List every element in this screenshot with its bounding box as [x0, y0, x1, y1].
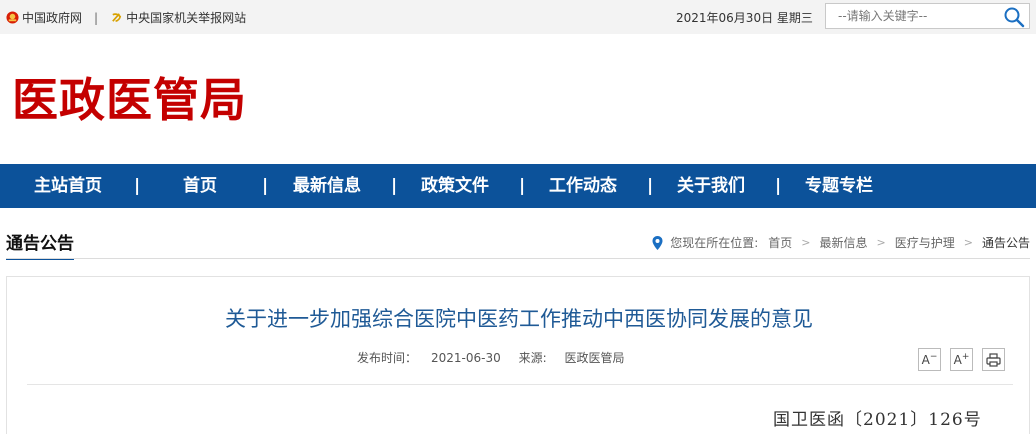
article-panel: 关于进一步加强综合医院中医药工作推动中西医协同发展的意见 发布时间： 2021-0…	[6, 276, 1030, 434]
search-input[interactable]	[826, 4, 996, 28]
nav-latest[interactable]: 最新信息	[293, 164, 361, 208]
article-meta: 发布时间： 2021-06-30 来源: 医政医管局	[357, 349, 624, 366]
gov-portal-link[interactable]: 中国政府网	[22, 9, 82, 26]
location-label: 您现在所在位置:	[670, 236, 759, 250]
nav-separator: |	[262, 176, 269, 196]
nav-separator: |	[391, 176, 398, 196]
nav-work-news[interactable]: 工作动态	[549, 164, 617, 208]
section-divider	[6, 258, 1030, 259]
current-date: 2021年06月30日 星期三	[676, 11, 813, 25]
printer-icon	[986, 352, 1001, 367]
top-separator: |	[94, 10, 99, 25]
source-info: 来源: 医政医管局	[518, 351, 625, 365]
section-title: 通告公告	[6, 232, 74, 260]
section-header: 通告公告 您现在所在位置: 首页 > 最新信息 > 医疗与护理 > 通告公告	[6, 232, 1030, 260]
nav-separator: |	[519, 176, 526, 196]
publish-info: 发布时间： 2021-06-30	[357, 351, 501, 365]
nav-main-home[interactable]: 主站首页	[34, 164, 102, 208]
nav-separator: |	[775, 176, 782, 196]
plus-icon: +	[961, 351, 970, 362]
article-title: 关于进一步加强综合医院中医药工作推动中西医协同发展的意见	[225, 307, 813, 331]
breadcrumb-current[interactable]: 通告公告	[982, 234, 1030, 251]
font-decrease-button[interactable]: A −	[918, 348, 941, 371]
chevron-right-icon: >	[963, 236, 973, 249]
nav-separator: |	[647, 176, 654, 196]
party-emblem-icon	[112, 13, 122, 23]
breadcrumb-medical[interactable]: 医疗与护理	[895, 234, 955, 251]
minus-icon: −	[929, 351, 938, 362]
document-number: 国卫医函〔2021〕126号	[773, 410, 982, 430]
nav-separator: |	[134, 176, 141, 196]
font-increase-button[interactable]: A +	[950, 348, 973, 371]
search-box	[825, 3, 1030, 29]
chevron-right-icon: >	[801, 236, 811, 249]
article-tools: A − A +	[909, 348, 1005, 371]
breadcrumb-home[interactable]: 首页	[768, 234, 792, 251]
report-site-link[interactable]: 中央国家机关举报网站	[126, 9, 246, 26]
national-emblem-icon	[6, 11, 19, 24]
search-icon[interactable]	[1003, 6, 1025, 28]
nav-about[interactable]: 关于我们	[677, 164, 745, 208]
nav-special[interactable]: 专题专栏	[805, 164, 873, 208]
top-links: 中国政府网 | 中央国家机关举报网站	[6, 9, 246, 26]
nav-policy[interactable]: 政策文件	[421, 164, 489, 208]
chevron-right-icon: >	[876, 236, 886, 249]
location-pin-icon	[652, 235, 663, 250]
print-button[interactable]	[982, 348, 1005, 371]
top-bar: 中国政府网 | 中央国家机关举报网站 2021年06月30日 星期三	[0, 0, 1036, 34]
breadcrumb: 您现在所在位置: 首页 > 最新信息 > 医疗与护理 > 通告公告	[652, 234, 1030, 251]
site-logo[interactable]: 医政医管局	[12, 70, 247, 130]
main-nav: 主站首页 | 首页 | 最新信息 | 政策文件 | 工作动态 | 关于我们 | …	[0, 164, 1036, 208]
breadcrumb-latest[interactable]: 最新信息	[820, 234, 868, 251]
article-divider	[27, 384, 1013, 385]
nav-home[interactable]: 首页	[183, 164, 217, 208]
